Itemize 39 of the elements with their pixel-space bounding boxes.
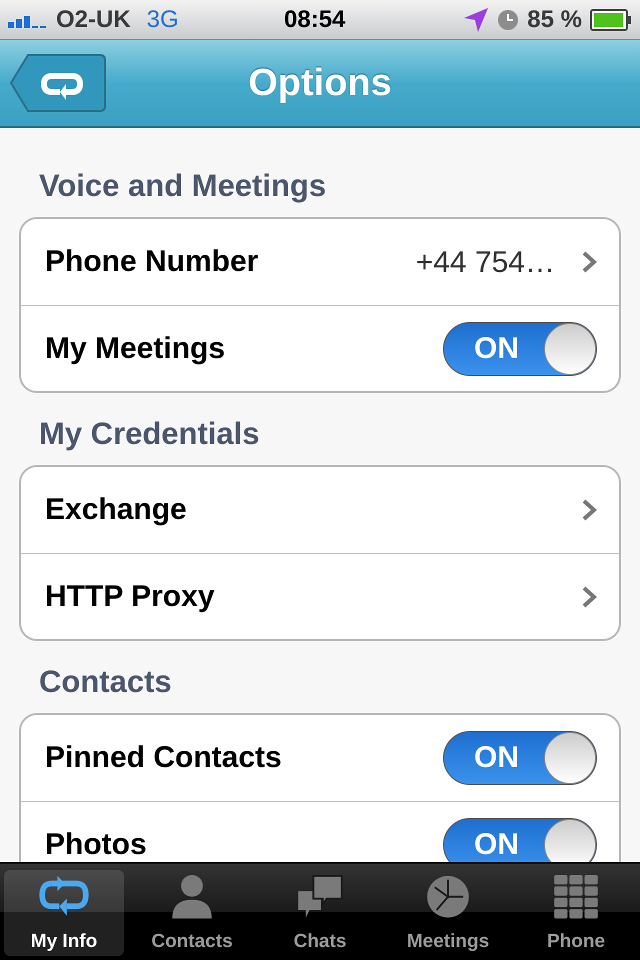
row-value: +44 754… xyxy=(416,244,555,280)
section-header: My Credentials xyxy=(38,415,261,453)
section-header: Contacts xyxy=(38,663,173,701)
battery-icon xyxy=(590,8,632,30)
row-label: Pinned Contacts xyxy=(45,743,282,773)
tab-button[interactable]: Chats xyxy=(260,870,380,956)
back-button[interactable] xyxy=(10,54,106,112)
row-label: Photos xyxy=(45,830,147,860)
screen-title: Options xyxy=(248,60,392,106)
settings-row[interactable]: Phone Number +44 754… xyxy=(21,219,619,305)
location-icon xyxy=(463,6,490,32)
clock-chart-icon xyxy=(424,874,472,920)
settings-row[interactable]: Exchange xyxy=(21,467,619,553)
toggle-switch[interactable]: ON xyxy=(443,731,597,785)
tab-button[interactable]: Contacts xyxy=(132,870,252,956)
clock-icon xyxy=(497,8,520,30)
chevron-icon xyxy=(581,584,597,608)
toggle-switch[interactable]: ON xyxy=(443,818,597,862)
settings-row[interactable]: HTTP Proxy xyxy=(21,553,619,639)
keypad-icon xyxy=(552,874,600,920)
settings-row[interactable]: Pinned Contacts ON xyxy=(21,715,619,801)
tab-button[interactable]: Meetings xyxy=(388,870,508,956)
battery-percent: 85 % xyxy=(527,4,582,34)
person-icon xyxy=(170,874,214,920)
chat-bubbles-icon xyxy=(295,874,345,920)
chevron-icon xyxy=(581,250,597,274)
settings-row[interactable]: My Meetings ON xyxy=(21,305,619,391)
section-header: Voice and Meetings xyxy=(38,167,328,205)
row-label: Exchange xyxy=(45,495,187,525)
carrier-name: O2-UK xyxy=(56,4,131,34)
row-label: Phone Number xyxy=(45,247,258,277)
network-type: 3G xyxy=(146,4,179,34)
row-label: My Meetings xyxy=(45,334,226,364)
chevron-icon xyxy=(581,498,597,522)
tab-button[interactable]: Phone xyxy=(516,870,636,956)
toggle-switch[interactable]: ON xyxy=(443,322,597,376)
status-time: 08:54 xyxy=(284,4,346,34)
row-label: HTTP Proxy xyxy=(45,582,214,612)
tab-button[interactable]: My Info xyxy=(4,870,124,956)
